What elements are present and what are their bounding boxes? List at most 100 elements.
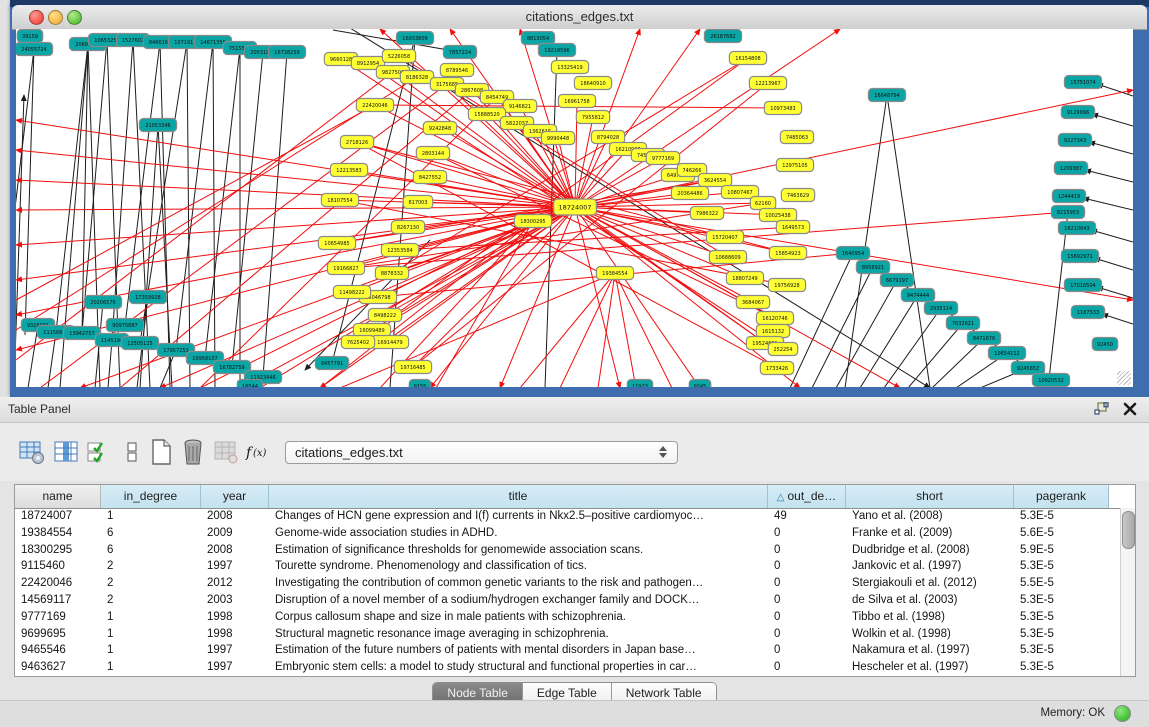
table-cell[interactable]: Hescheler et al. (1997) — [846, 660, 1014, 677]
graph-node[interactable]: 7955812 — [576, 111, 609, 124]
table-cell[interactable]: Disruption of a novel member of a sodium… — [269, 593, 768, 610]
graph-node[interactable]: 3684067 — [736, 296, 769, 309]
graph-node[interactable]: 1733426 — [760, 362, 793, 375]
table-cell[interactable]: 9115460 — [15, 559, 101, 576]
table-cell[interactable]: 1998 — [201, 627, 269, 644]
graph-node[interactable]: 9777169 — [646, 152, 679, 165]
graph-node[interactable]: 92450 — [1092, 338, 1118, 351]
select-all-icon[interactable] — [84, 437, 112, 467]
graph-node[interactable]: 9990448 — [541, 132, 574, 145]
graph-node[interactable]: 1244419 — [1052, 190, 1085, 203]
graph-node[interactable]: 18724007 — [554, 199, 597, 215]
graph-edge[interactable] — [1048, 212, 1068, 387]
graph-node[interactable]: 16120746 — [756, 312, 793, 325]
graph-node[interactable]: 26187682 — [704, 30, 741, 43]
table-row[interactable]: 1456911722003Disruption of a novel membe… — [15, 593, 1135, 610]
graph-node[interactable]: 22420046 — [356, 99, 393, 112]
graph-edge[interactable] — [232, 52, 263, 367]
graph-node[interactable]: 17016504 — [1064, 279, 1101, 292]
graph-node[interactable]: 9146821 — [503, 100, 536, 113]
graph-node[interactable]: 2803144 — [416, 147, 449, 160]
graph-edge[interactable] — [790, 253, 853, 387]
graph-node[interactable]: 5226058 — [382, 50, 415, 63]
table-cell[interactable]: Estimation of the future numbers of pati… — [269, 643, 768, 660]
graph-node[interactable]: 8427552 — [413, 171, 446, 184]
graph-node[interactable]: 11923 — [627, 380, 653, 388]
table-cell[interactable]: 6 — [101, 526, 201, 543]
table-cell[interactable]: 9777169 — [15, 610, 101, 627]
graph-node[interactable]: 2718126 — [340, 136, 373, 149]
graph-node[interactable]: 9242848 — [423, 122, 456, 135]
graph-node[interactable]: 20364486 — [671, 187, 708, 200]
table-cell[interactable]: 9463627 — [15, 660, 101, 677]
delete-table-icon[interactable] — [179, 437, 207, 467]
graph-node[interactable]: 16154808 — [729, 52, 766, 65]
graph-edge[interactable] — [436, 221, 533, 387]
table-cell[interactable]: 2 — [101, 559, 201, 576]
graph-edge[interactable] — [16, 207, 575, 210]
graph-node[interactable]: 10654112 — [988, 347, 1025, 360]
graph-node[interactable]: 1640954 — [836, 247, 869, 260]
window-titlebar[interactable]: citations_edges.txt — [12, 5, 1147, 30]
graph-edge[interactable] — [160, 42, 170, 387]
graph-edge[interactable] — [932, 338, 984, 387]
graph-edge[interactable] — [1092, 114, 1133, 126]
table-cell[interactable]: Stergiakouli et al. (2012) — [846, 576, 1014, 593]
graph-node[interactable]: 16544 — [237, 380, 263, 388]
graph-node[interactable]: 18807249 — [726, 272, 763, 285]
graph-node[interactable]: 8958921 — [856, 261, 889, 274]
graph-edge[interactable] — [1083, 198, 1133, 210]
graph-edge[interactable] — [884, 308, 941, 387]
graph-node[interactable]: 11498222 — [333, 286, 370, 299]
graph-edge[interactable] — [213, 42, 215, 387]
table-cell[interactable]: Tourette syndrome. Phenomenology and cla… — [269, 559, 768, 576]
vertical-scrollbar[interactable] — [1120, 508, 1135, 676]
graph-node[interactable]: 17359928 — [129, 291, 166, 304]
table-cell[interactable]: Wolkin et al. (1998) — [846, 627, 1014, 644]
table-cell[interactable]: 0 — [768, 576, 846, 593]
rows-icon[interactable] — [118, 437, 146, 467]
column-header-in-degree[interactable]: in_degree — [101, 485, 201, 508]
table-cell[interactable]: 2009 — [201, 526, 269, 543]
table-cell[interactable]: 0 — [768, 543, 846, 560]
table-settings-icon[interactable] — [18, 437, 46, 467]
table-cell[interactable]: 18724007 — [15, 509, 101, 526]
graph-node[interactable]: 8471676 — [967, 332, 1000, 345]
graph-edge[interactable] — [908, 323, 963, 387]
graph-node[interactable]: 8813054 — [521, 32, 554, 45]
table-cell[interactable]: 0 — [768, 643, 846, 660]
table-cell[interactable]: 1 — [101, 643, 201, 660]
table-cell[interactable]: 5.3E-5 — [1014, 610, 1109, 627]
graph-node[interactable]: 12213967 — [749, 77, 786, 90]
graph-node[interactable]: 1167533 — [1071, 306, 1104, 319]
graph-node[interactable]: 9245 — [689, 380, 711, 388]
function-builder-icon[interactable]: f(x) — [244, 437, 272, 467]
table-cell[interactable]: 5.5E-5 — [1014, 576, 1109, 593]
table-cell[interactable]: 0 — [768, 660, 846, 677]
citation-network-graph[interactable]: 1872400718300295193845542242004692428482… — [16, 29, 1133, 387]
table-row[interactable]: 946362711997Embryonic stem cells: a mode… — [15, 660, 1135, 677]
table-cell[interactable]: 2 — [101, 576, 201, 593]
graph-node[interactable]: 9155 — [409, 380, 431, 388]
close-panel-icon[interactable] — [1123, 402, 1137, 416]
table-cell[interactable]: 5.3E-5 — [1014, 643, 1109, 660]
graph-node[interactable]: 7625402 — [341, 336, 374, 349]
graph-node[interactable]: 16961758 — [558, 95, 595, 108]
table-cell[interactable]: 9699695 — [15, 627, 101, 644]
table-cell[interactable]: 2008 — [201, 543, 269, 560]
graph-node[interactable]: 7986322 — [690, 207, 723, 220]
import-table-icon[interactable] — [212, 437, 240, 467]
graph-node[interactable]: 2935114 — [924, 302, 957, 315]
table-select-dropdown[interactable]: citations_edges.txt — [285, 441, 678, 464]
graph-node[interactable]: 9457791 — [315, 357, 348, 370]
table-cell[interactable]: 19384554 — [15, 526, 101, 543]
column-settings-icon[interactable] — [52, 437, 80, 467]
graph-node[interactable]: 7857224 — [443, 46, 476, 59]
table-row[interactable]: 1938455462009Genome-wide association stu… — [15, 526, 1135, 543]
table-cell[interactable]: 18300295 — [15, 543, 101, 560]
graph-edge[interactable] — [860, 295, 918, 387]
table-row[interactable]: 1830029562008Estimation of significance … — [15, 543, 1135, 560]
graph-node[interactable]: 39159 — [17, 30, 43, 43]
graph-node[interactable]: 19166827 — [327, 262, 364, 275]
column-header-name[interactable]: name — [15, 485, 101, 508]
